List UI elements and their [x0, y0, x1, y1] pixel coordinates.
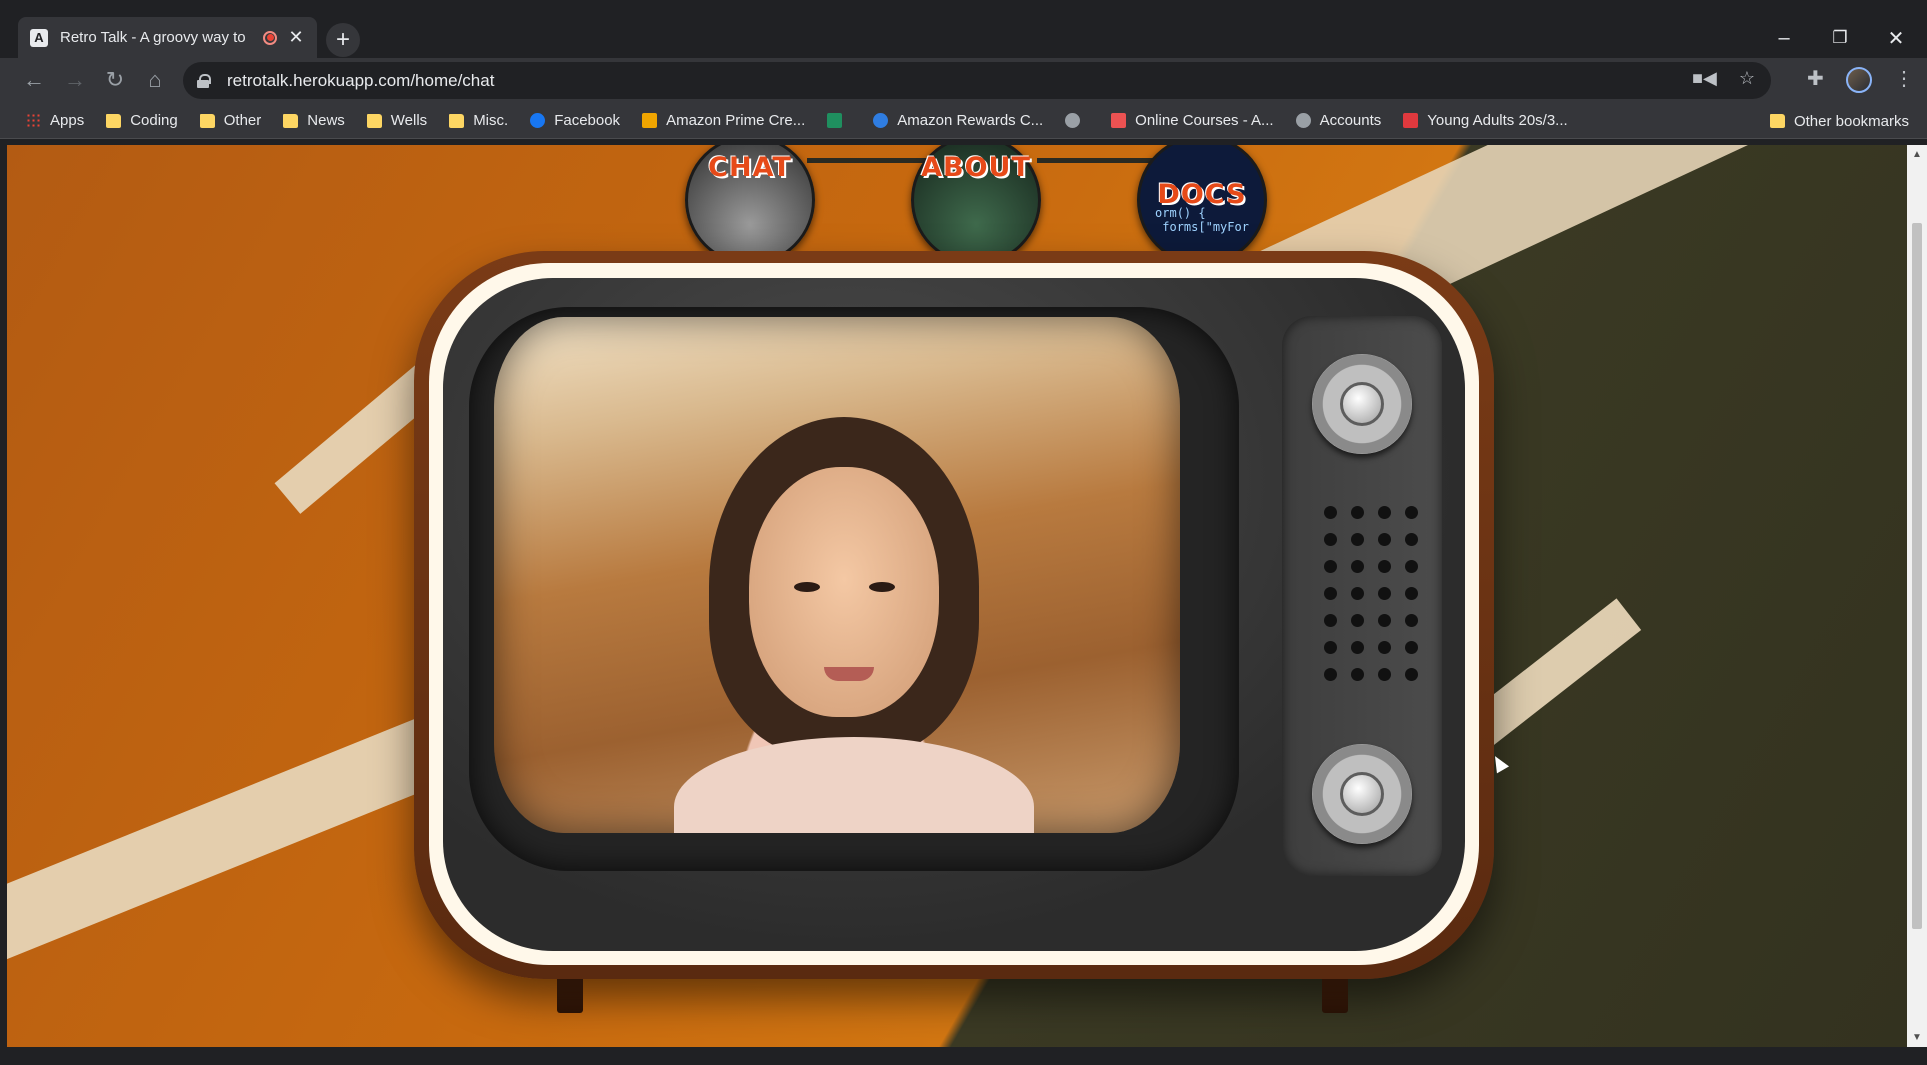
- bookmark-news[interactable]: News: [283, 112, 345, 129]
- folder-icon: [106, 113, 122, 128]
- tv-control-panel: [1282, 316, 1442, 876]
- reload-button[interactable]: ↻: [98, 63, 132, 97]
- rewards-icon: [873, 113, 889, 128]
- scroll-down-icon[interactable]: ▼: [1911, 1032, 1923, 1043]
- folder-icon: [366, 113, 382, 128]
- bookmarks-bar: Apps Coding Other News Wells Misc. Faceb…: [0, 103, 1927, 139]
- page-scrollbar[interactable]: ▲ ▼: [1907, 145, 1927, 1047]
- folder-icon: [1769, 114, 1785, 128]
- folder-icon: [449, 113, 465, 128]
- volume-dial[interactable]: [1312, 744, 1412, 844]
- profile-avatar[interactable]: [1846, 67, 1872, 93]
- window-close-button[interactable]: ✕: [1868, 18, 1924, 58]
- address-bar[interactable]: retrotalk.herokuapp.com/home/chat ■◀ ☆: [183, 62, 1771, 99]
- recording-icon: [263, 30, 277, 45]
- nav-chat-button[interactable]: CHAT: [685, 145, 815, 265]
- dial-knob: [1340, 382, 1384, 426]
- home-button[interactable]: ⌂: [138, 63, 172, 97]
- facebook-icon: [530, 113, 546, 128]
- bookmark-apps[interactable]: Apps: [26, 112, 84, 129]
- dial-knob: [1340, 772, 1384, 816]
- other-bookmarks-button[interactable]: Other bookmarks: [1769, 103, 1909, 139]
- bookmark-young-adults[interactable]: Young Adults 20s/3...: [1403, 112, 1568, 129]
- video-person-eye: [794, 582, 820, 592]
- menu-icon[interactable]: ⋮: [1894, 66, 1914, 91]
- video-person-eye: [869, 582, 895, 592]
- video-screen: [494, 317, 1180, 833]
- nav-chat-label: CHAT: [708, 152, 792, 183]
- page-viewport: CHAT ABOUT DOCS orm() { forms["myFor: [7, 145, 1907, 1047]
- docs-code-snippet: orm() { forms["myFor: [1155, 205, 1249, 234]
- star-icon[interactable]: ☆: [1739, 68, 1755, 89]
- speaker-grille: [1324, 506, 1418, 681]
- restore-button[interactable]: ❐: [1812, 18, 1868, 58]
- globe-icon: [1065, 113, 1081, 128]
- bookmark-extension[interactable]: [827, 113, 851, 128]
- scroll-up-icon[interactable]: ▲: [1911, 149, 1923, 160]
- extensions-icon[interactable]: ✚: [1807, 66, 1824, 91]
- bookmark-facebook[interactable]: Facebook: [530, 112, 620, 129]
- amazon-icon: [642, 113, 658, 128]
- retro-tv: [414, 251, 1494, 979]
- tab-strip: A Retro Talk - A groovy way to ✕ + – ❐ ✕: [0, 14, 1927, 58]
- udemy-icon: [1111, 113, 1127, 128]
- globe-icon: [1295, 113, 1311, 128]
- back-button[interactable]: ←: [17, 63, 51, 97]
- bookmark-other[interactable]: Other: [199, 112, 261, 129]
- extension-icon: [827, 113, 843, 128]
- bookmark-misc[interactable]: Misc.: [449, 112, 508, 129]
- nav-about-button[interactable]: ABOUT: [911, 145, 1041, 265]
- tab-title: Retro Talk - A groovy way to: [60, 29, 246, 46]
- meetup-icon: [1403, 113, 1419, 128]
- close-icon[interactable]: ✕: [287, 27, 305, 48]
- tab-retro-talk[interactable]: A Retro Talk - A groovy way to ✕: [18, 17, 317, 58]
- url-text: retrotalk.herokuapp.com/home/chat: [227, 70, 495, 90]
- bookmark-globe[interactable]: [1065, 113, 1089, 128]
- lock-icon[interactable]: [197, 73, 211, 88]
- forward-button[interactable]: →: [58, 63, 92, 97]
- video-person-shirt: [674, 737, 1034, 833]
- nav-connector: [1037, 158, 1157, 163]
- bookmark-accounts[interactable]: Accounts: [1295, 112, 1381, 129]
- browser-toolbar: ← → ↻ ⌂ retrotalk.herokuapp.com/home/cha…: [0, 58, 1927, 103]
- bookmark-wells[interactable]: Wells: [366, 112, 427, 129]
- nav-docs-button[interactable]: DOCS orm() { forms["myFor: [1137, 145, 1267, 265]
- new-tab-button[interactable]: +: [326, 23, 360, 57]
- angular-favicon-icon: A: [30, 28, 48, 47]
- camera-icon[interactable]: ■◀: [1692, 68, 1717, 89]
- scroll-thumb[interactable]: [1912, 223, 1922, 929]
- folder-icon: [283, 113, 299, 128]
- apps-icon: [26, 113, 41, 128]
- bookmark-online-courses[interactable]: Online Courses - A...: [1111, 112, 1274, 129]
- bookmark-coding[interactable]: Coding: [106, 112, 178, 129]
- bookmark-amazon-prime[interactable]: Amazon Prime Cre...: [642, 112, 805, 129]
- minimize-button[interactable]: –: [1756, 18, 1812, 58]
- nav-about-label: ABOUT: [921, 152, 1031, 183]
- channel-dial[interactable]: [1312, 354, 1412, 454]
- folder-icon: [199, 113, 215, 128]
- bookmark-amazon-rewards[interactable]: Amazon Rewards C...: [873, 112, 1043, 129]
- nav-connector: [807, 158, 927, 163]
- browser-window: A Retro Talk - A groovy way to ✕ + – ❐ ✕…: [0, 0, 1927, 1065]
- video-person-mouth: [824, 667, 874, 681]
